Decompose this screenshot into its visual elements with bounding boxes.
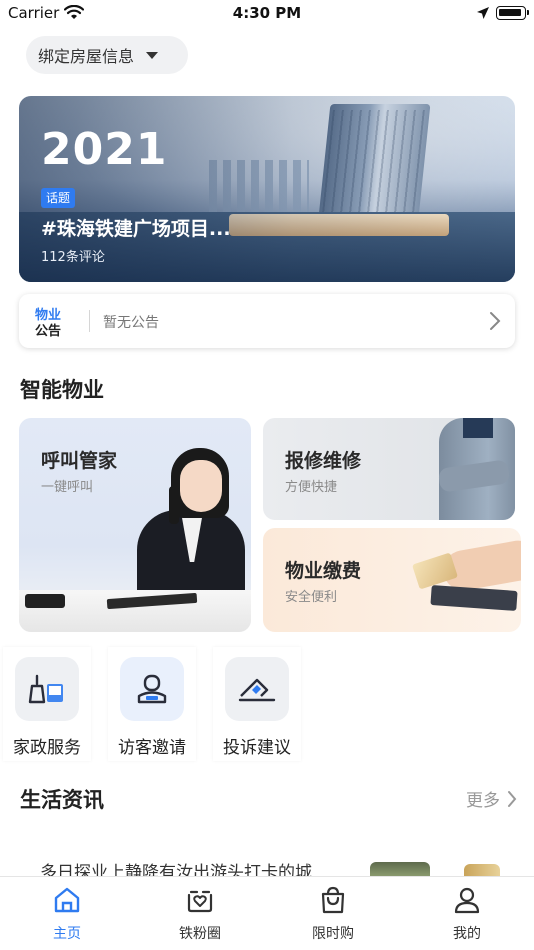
home-icon [54,887,80,913]
life-news-title: 生活资讯 [20,788,104,812]
tab-home[interactable]: 主页 [27,885,107,945]
repair-card[interactable]: 报修维修 方便快捷 [263,418,515,520]
bind-house-dropdown[interactable]: 绑定房屋信息 [26,36,188,74]
desk-phone [25,594,65,608]
battery-icon [496,6,529,20]
tab-label: 我的 [453,926,481,942]
card-title: 物业缴费 [285,560,362,582]
caret-down-icon [146,51,159,59]
status-time: 4:30 PM [232,4,302,22]
notice-message: 暂无公告 [103,315,159,331]
news-item-title[interactable]: 多日探业上静降有汝出游头打卡的城 [40,862,340,876]
quick-action-label: 投诉建议 [223,738,291,758]
news-thumbnail-secondary [464,864,500,876]
card-subtitle: 方便快捷 [285,480,338,495]
quick-action-label: 家政服务 [13,738,81,758]
news-thumbnail [370,862,430,876]
bottom-tab-bar: 主页 铁粉圈 限时购 我的 [0,876,534,950]
topic-tag: 话题 [41,188,76,208]
complaint-icon [238,678,276,702]
quick-action-label: 访客邀请 [118,738,186,758]
tab-label: 铁粉圈 [179,926,221,942]
tab-label: 限时购 [312,926,354,942]
visitor-icon [137,674,167,704]
visitor-icon-box [120,657,184,721]
housekeeping-icon [28,674,63,704]
quick-action-complaint[interactable]: 投诉建议 [213,647,301,761]
notice-divider [89,310,90,332]
tab-flash-sale[interactable]: 限时购 [293,885,373,945]
banner-comment-count: 112条评论 [41,250,105,265]
shopping-bag-icon [321,886,345,914]
tab-label: 主页 [53,926,81,942]
location-arrow-icon [477,7,489,19]
call-butler-card[interactable]: 呼叫管家 一键呼叫 [19,418,251,632]
complaint-icon-box [225,657,289,721]
topic-banner[interactable]: 2021 话题 #珠海铁建广场项目... 112条评论 [19,96,515,282]
notice-label-bottom: 公告 [35,324,62,339]
quick-action-housekeeping[interactable]: 家政服务 [3,647,91,761]
property-payment-card[interactable]: 物业缴费 安全便利 [263,528,521,632]
banner-topic-title: #珠海铁建广场项目... [41,218,231,240]
card-subtitle: 安全便利 [285,590,338,605]
news-item-text: 多日探业上静降有汝出游头打卡的城 [40,863,312,876]
smart-property-title: 智能物业 [20,378,104,402]
tablet-illustration [430,585,518,611]
chevron-right-icon [508,790,517,807]
card-subtitle: 一键呼叫 [41,480,94,495]
phone-receiver [169,486,179,524]
fans-circle-icon [187,890,213,913]
worker-collar [463,418,493,438]
quick-action-visitor[interactable]: 访客邀请 [108,647,196,761]
chevron-right-icon [490,312,501,330]
more-label: 更多 [466,791,500,811]
bind-house-label: 绑定房屋信息 [38,47,135,66]
status-bar: Carrier 4:30 PM [0,0,534,28]
card-title: 报修维修 [285,450,362,472]
tab-fans-circle[interactable]: 铁粉圈 [160,885,240,945]
tab-profile[interactable]: 我的 [427,885,507,945]
profile-icon [454,887,480,914]
more-news-link[interactable]: 更多 [466,786,518,811]
card-title: 呼叫管家 [41,450,118,472]
receptionist-face [180,460,222,512]
property-notice-bar[interactable]: 物业 公告 暂无公告 [19,294,515,348]
banner-year: 2021 [41,124,168,175]
housekeeping-icon-box [15,657,79,721]
